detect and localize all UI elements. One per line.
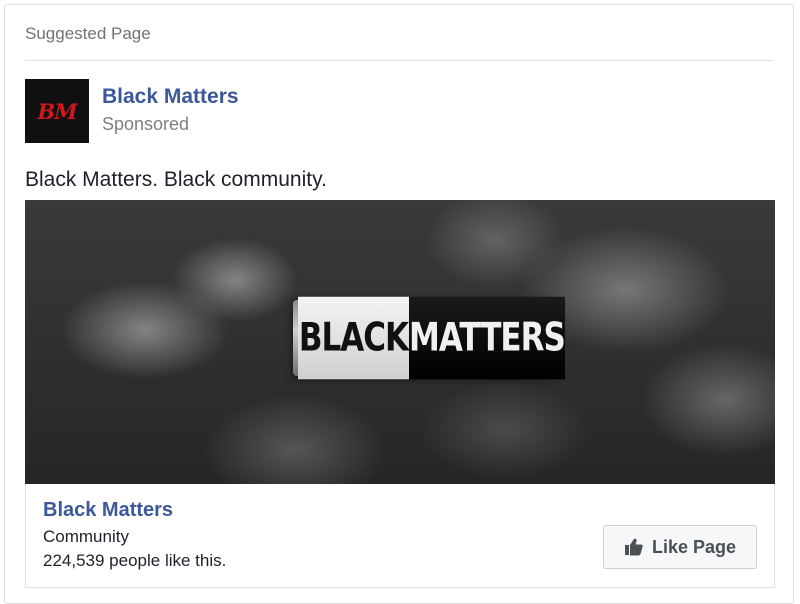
suggested-page-label: Suggested Page (25, 24, 151, 43)
cover-logo-right-text: MATTERS (409, 296, 566, 380)
avatar-monogram: BM (37, 98, 78, 124)
cover-logo: BLACK MATTERS (293, 296, 566, 380)
page-avatar[interactable]: BM (25, 79, 89, 143)
like-page-button[interactable]: Like Page (603, 525, 757, 569)
cover-image[interactable]: BLACK MATTERS (25, 200, 775, 484)
card-header: Suggested Page (25, 23, 773, 61)
post-text: Black Matters. Black community. (25, 168, 327, 191)
footer-page-name-link[interactable]: Black Matters (43, 498, 173, 522)
page-likes-count: 224,539 people like this. (43, 551, 227, 570)
page-category: Community (43, 527, 129, 546)
page-name-link[interactable]: Black Matters (102, 85, 239, 109)
thumbs-up-icon (624, 538, 643, 556)
suggested-page-card: Suggested Page BM Black Matters Sponsore… (4, 4, 794, 604)
sponsored-label[interactable]: Sponsored (102, 113, 189, 135)
cover-logo-left-text: BLACK (298, 296, 409, 380)
like-page-button-label: Like Page (651, 536, 737, 557)
page-info-footer: Black Matters Community 224,539 people l… (25, 484, 775, 588)
